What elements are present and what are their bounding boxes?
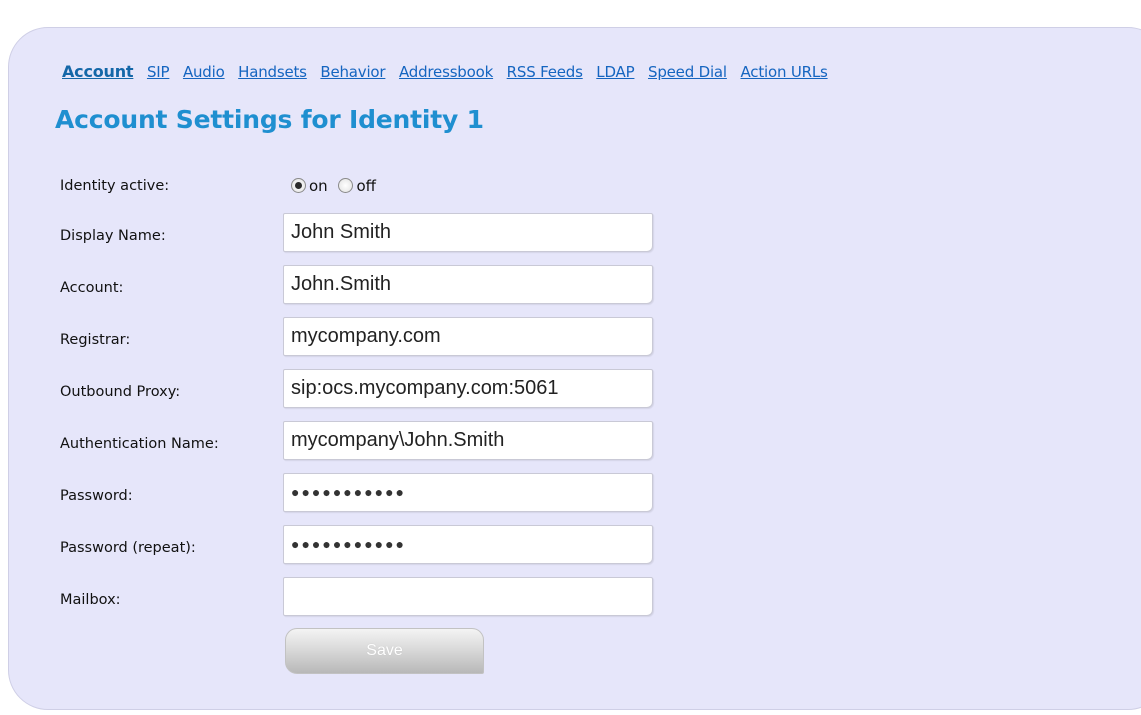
page-title: Account Settings for Identity 1 [55,105,484,134]
account-label: Account: [60,280,124,296]
mailbox-label: Mailbox: [60,592,121,608]
outbound-proxy-field[interactable]: sip:ocs.mycompany.com:5061 [283,369,653,408]
tab-addressbook[interactable]: Addressbook [399,63,493,81]
authentication-name-label: Authentication Name: [60,436,219,452]
tab-sip[interactable]: SIP [147,63,170,81]
tab-ldap[interactable]: LDAP [596,63,634,81]
password-field[interactable]: ●●●●●●●●●●● [283,473,653,512]
display-name-label: Display Name: [60,228,166,244]
account-field[interactable]: John.Smith [283,265,653,304]
tab-behavior[interactable]: Behavior [320,63,385,81]
settings-tab-bar: Account SIP Audio Handsets Behavior Addr… [62,62,837,81]
password-label: Password: [60,488,133,504]
registrar-label: Registrar: [60,332,131,348]
password-repeat-field[interactable]: ●●●●●●●●●●● [283,525,653,564]
identity-on-radio[interactable] [291,178,306,193]
registrar-field[interactable]: mycompany.com [283,317,653,356]
tab-audio[interactable]: Audio [183,63,225,81]
identity-active-label: Identity active: [60,178,170,194]
mailbox-field[interactable] [283,577,653,616]
save-button[interactable]: Save [285,628,484,674]
password-repeat-label: Password (repeat): [60,540,196,556]
identity-off-radio[interactable] [338,178,354,193]
identity-off-label: off [356,176,376,195]
tab-speed-dial[interactable]: Speed Dial [648,63,727,81]
identity-on-label: on [309,176,328,195]
tab-rss-feeds[interactable]: RSS Feeds [507,63,583,81]
tab-action-urls[interactable]: Action URLs [740,63,827,81]
display-name-field[interactable]: John Smith [283,213,653,252]
tab-account[interactable]: Account [62,62,134,81]
outbound-proxy-label: Outbound Proxy: [60,384,181,400]
authentication-name-field[interactable]: mycompany\John.Smith [283,421,653,460]
identity-active-radio-group: on off [291,176,382,195]
tab-handsets[interactable]: Handsets [238,63,307,81]
